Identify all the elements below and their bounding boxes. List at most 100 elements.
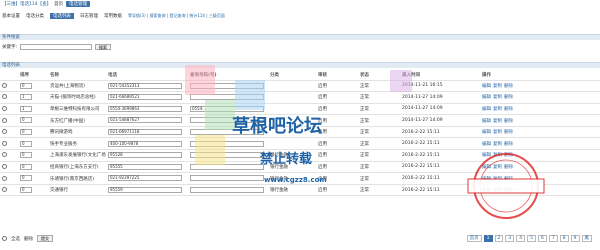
copy-link[interactable]: 复制 <box>493 130 502 135</box>
edit-link[interactable]: 编辑 <box>482 188 491 193</box>
row-phone-input[interactable]: 021-92397225 <box>108 175 182 182</box>
edit-link[interactable]: 编辑 <box>482 84 491 89</box>
row-sort-input[interactable]: 0 <box>20 117 32 124</box>
row-sort-input[interactable]: 0 <box>20 140 32 147</box>
page-link[interactable]: 8 <box>559 235 569 242</box>
page-link[interactable]: 9 <box>570 235 580 242</box>
delete-link[interactable]: 删除 <box>504 107 513 112</box>
copy-link[interactable]: 复制 <box>493 95 502 100</box>
menu-item-category[interactable]: 电话分类 <box>26 13 44 19</box>
row-radio[interactable] <box>2 105 7 111</box>
row-query-input[interactable] <box>190 186 264 193</box>
row-sort-input[interactable]: 0 <box>20 175 32 182</box>
delete-link[interactable]: 删除 <box>504 177 513 182</box>
menu-extra-links[interactable]: 等导航(3) | 搜索查询 | 登记查询 | 统计114 | 三级页面 <box>128 13 225 19</box>
breadcrumb-home[interactable]: 首页 <box>54 1 63 7</box>
page-link[interactable]: 首页 <box>466 235 482 242</box>
row-query-input[interactable] <box>190 94 264 101</box>
search-input[interactable] <box>20 44 93 50</box>
row-phone-input[interactable]: 95559 <box>108 186 182 193</box>
row-phone-cell: 021-66689521 <box>106 91 188 104</box>
row-status: 正常 <box>358 137 400 151</box>
copy-link[interactable]: 复制 <box>493 153 502 158</box>
edit-link[interactable]: 编辑 <box>482 130 491 135</box>
row-radio[interactable] <box>2 129 7 135</box>
edit-link[interactable]: 编辑 <box>482 119 491 124</box>
row-sort-input[interactable]: 0 <box>20 152 32 159</box>
page-link[interactable]: 5 <box>527 235 536 242</box>
row-sort-input[interactable]: 0 <box>20 128 32 135</box>
row-phone-input[interactable]: 95528 <box>108 152 182 159</box>
row-sort-input[interactable]: 0 <box>20 163 32 170</box>
page-link[interactable]: 7 <box>548 235 558 242</box>
row-radio[interactable] <box>2 175 7 181</box>
delete-link[interactable]: 删除 <box>504 130 513 135</box>
row-phone-input[interactable]: 021-54352313 <box>108 82 182 89</box>
page-link[interactable]: 2 <box>494 235 504 242</box>
copy-link[interactable]: 复制 <box>493 165 502 170</box>
row-actions: 编辑 复制 删除 <box>480 172 600 185</box>
row-query-input[interactable] <box>190 82 264 89</box>
row-phone-input[interactable]: 021-66971118 <box>108 128 182 135</box>
page-link[interactable]: 1 <box>483 235 493 242</box>
select-all-radio[interactable] <box>2 236 7 241</box>
row-sort-input[interactable]: 1 <box>20 105 32 112</box>
row-query-input[interactable] <box>190 140 264 147</box>
row-radio[interactable] <box>2 94 7 100</box>
row-phone-input[interactable]: 021-66689521 <box>108 94 182 101</box>
copy-link[interactable]: 复制 <box>493 84 502 89</box>
row-query-input[interactable] <box>190 175 264 182</box>
breadcrumb: 【三维】电话114【查】 首页 电话管理 <box>2 1 91 7</box>
row-radio[interactable] <box>2 152 7 158</box>
delete-link[interactable]: 删除 <box>504 188 513 193</box>
copy-link[interactable]: 复制 <box>493 177 502 182</box>
delete-label[interactable]: 删除 <box>24 236 33 242</box>
row-query-input[interactable] <box>190 128 264 135</box>
copy-link[interactable]: 复制 <box>493 107 502 112</box>
row-radio[interactable] <box>2 82 7 88</box>
search-button[interactable]: 搜索 <box>95 44 112 50</box>
page-link[interactable]: 尾 <box>581 235 592 242</box>
row-phone-input[interactable]: 400-100-9878 <box>108 140 182 147</box>
edit-link[interactable]: 编辑 <box>482 95 491 100</box>
copy-link[interactable]: 复制 <box>493 142 502 147</box>
row-query-input[interactable] <box>190 163 264 170</box>
row-sort-input[interactable]: 0 <box>20 82 32 89</box>
submit-button[interactable]: 提交 <box>37 235 53 242</box>
delete-link[interactable]: 删除 <box>504 95 513 100</box>
row-phone-input[interactable]: 0554-3699863 <box>108 105 182 112</box>
page-link[interactable]: 3 <box>505 235 515 242</box>
breadcrumb-current[interactable]: 电话管理 <box>66 1 91 7</box>
page-link[interactable]: 4 <box>516 235 526 242</box>
row-query-input[interactable] <box>190 152 264 159</box>
row-radio[interactable] <box>2 117 7 123</box>
delete-link[interactable]: 删除 <box>504 153 513 158</box>
menu-item-common[interactable]: 常用数据 <box>104 13 122 19</box>
row-radio[interactable] <box>2 163 7 169</box>
menu-item-log[interactable]: 日志管理 <box>80 13 98 19</box>
col-sort: 排序 <box>18 71 48 81</box>
edit-link[interactable]: 编辑 <box>482 165 491 170</box>
edit-link[interactable]: 编辑 <box>482 153 491 158</box>
delete-link[interactable]: 删除 <box>504 165 513 170</box>
edit-link[interactable]: 编辑 <box>482 177 491 182</box>
row-sort-input[interactable]: 0 <box>20 186 32 193</box>
row-radio[interactable] <box>2 187 7 193</box>
menu-item-basic[interactable]: 基本设置 <box>2 13 20 19</box>
row-query-input[interactable] <box>190 117 264 124</box>
edit-link[interactable]: 编辑 <box>482 107 491 112</box>
row-phone-input[interactable]: 95555 <box>108 163 182 170</box>
menu-item-list[interactable]: 电话列表 <box>50 13 74 19</box>
row-sort-input[interactable]: 1 <box>20 94 32 101</box>
delete-link[interactable]: 删除 <box>504 119 513 124</box>
delete-link[interactable]: 删除 <box>504 84 513 89</box>
breadcrumb-left[interactable]: 【三维】电话114【查】 <box>2 1 51 7</box>
row-query-input[interactable]: 0554-... <box>190 105 264 112</box>
row-phone-input[interactable]: 021-54887627 <box>108 117 182 124</box>
copy-link[interactable]: 复制 <box>493 188 502 193</box>
row-radio[interactable] <box>2 140 7 146</box>
copy-link[interactable]: 复制 <box>493 119 502 124</box>
edit-link[interactable]: 编辑 <box>482 142 491 147</box>
delete-link[interactable]: 删除 <box>504 142 513 147</box>
page-link[interactable]: 6 <box>538 235 547 242</box>
